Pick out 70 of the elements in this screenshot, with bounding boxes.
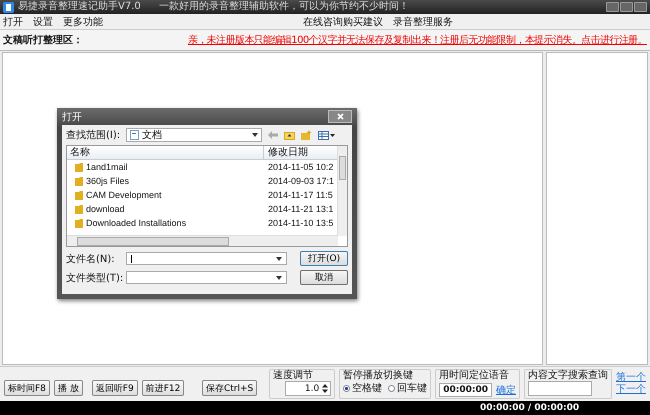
column-header[interactable]: 名称 (67, 146, 263, 159)
search-link[interactable]: 第一个 (616, 372, 646, 384)
look-in-label: 查找范围(I): (66, 128, 120, 142)
close-button[interactable] (328, 110, 352, 123)
file-row[interactable]: CAM Development 2014-11-17 11:5 (67, 188, 337, 202)
dialog-title: 打开 (62, 110, 82, 124)
file-date: 2014-11-05 10:2 (267, 162, 334, 172)
confirm-link[interactable]: 确定 (496, 383, 516, 397)
control-button[interactable]: 标时间F8 (4, 380, 50, 396)
menu-item[interactable]: 打开 (3, 14, 23, 28)
menu-item[interactable]: 更多功能 (63, 14, 103, 28)
menu-item[interactable]: 设置 (33, 14, 53, 28)
file-name: 360js Files (86, 176, 130, 186)
maximize-button[interactable] (620, 2, 633, 12)
group-label: 用时间定位语音 (439, 370, 510, 381)
view-menu-icon[interactable] (318, 130, 336, 140)
open-button[interactable]: 打开(O) (300, 251, 348, 266)
file-name-label: 文件名(N): (66, 252, 116, 266)
register-link[interactable]: 亲，未注册版本只能编辑100个汉字并无法保存及复制出来！注册后无功能限制，本提示消失。点击进行注册。 (188, 33, 647, 47)
file-date: 2014-09-03 17:1 (267, 176, 334, 186)
new-folder-icon[interactable] (301, 130, 312, 140)
file-name: download (86, 204, 125, 214)
radio-circle[interactable] (343, 384, 350, 392)
time-field[interactable]: 00:00:00 (439, 383, 492, 397)
close-icon[interactable] (336, 113, 344, 120)
file-name: 1and1mail (86, 162, 128, 172)
minimize-button[interactable] (606, 2, 619, 12)
window-slogan: 一款好用的录音整理辅助软件，可以为你节约不少时间！ (158, 1, 409, 13)
app-icon (3, 2, 14, 12)
file-row[interactable]: Downloaded Installations 2014-11-10 13:5 (67, 216, 337, 230)
search-field[interactable] (528, 381, 592, 396)
playback-time: 00:00:00 / 00:00:00 (480, 403, 580, 413)
file-name: CAM Development (86, 190, 162, 200)
caret-icon[interactable] (276, 256, 282, 260)
radio-circle[interactable] (388, 384, 396, 392)
vertical-scrollbar[interactable] (337, 146, 347, 236)
group-label: 暂停播放切换键 (343, 370, 414, 381)
file-name: Downloaded Installations (86, 218, 186, 228)
group-label: 速度调节 (273, 370, 314, 381)
file-date: 2014-11-21 13:1 (267, 204, 334, 214)
file-type-label: 文件类型(T): (66, 272, 122, 284)
close-button[interactable] (634, 2, 647, 12)
back-arrow-icon[interactable] (268, 131, 278, 139)
file-date: 2014-11-10 13:5 (267, 218, 334, 228)
caret-icon[interactable] (276, 276, 282, 280)
area-label: 文稿听打整理区： (3, 34, 83, 47)
speed-spinner[interactable]: 1.0 (285, 381, 332, 396)
group-label: 内容文字搜索查询 (528, 370, 608, 381)
radio-option[interactable]: 空格键 (343, 381, 382, 395)
file-row[interactable]: 360js Files 2014-09-03 17:1 (67, 174, 337, 188)
save-button[interactable]: 保存Ctrl+S (202, 380, 258, 396)
control-button[interactable]: 前进F12 (142, 380, 184, 396)
file-date: 2014-11-17 11:5 (267, 190, 333, 200)
column-header[interactable]: 修改日期 (263, 146, 308, 159)
caret-icon[interactable] (252, 133, 258, 137)
control-button[interactable]: 播 放 (54, 380, 83, 396)
search-link[interactable]: 下一个 (616, 384, 646, 396)
file-name-field[interactable] (126, 252, 288, 265)
menu-item[interactable]: 录音整理服务 (393, 14, 453, 28)
menu-item[interactable]: 在线咨询购买建议 (303, 14, 383, 28)
radio-option[interactable]: 回车键 (388, 381, 428, 395)
horizontal-scrollbar[interactable] (67, 235, 338, 246)
up-folder-icon[interactable] (284, 130, 296, 140)
look-in-dropdown[interactable]: 文档 (126, 128, 262, 142)
document-icon (130, 130, 140, 140)
cancel-button[interactable]: 取消 (300, 270, 348, 285)
file-row[interactable]: 1and1mail 2014-11-05 10:2 (67, 160, 337, 174)
control-button[interactable]: 返回听F9 (92, 380, 138, 396)
file-row[interactable]: download 2014-11-21 13:1 (67, 202, 337, 216)
window-title: 易捷录音整理速记助手V7.0 (18, 1, 141, 13)
